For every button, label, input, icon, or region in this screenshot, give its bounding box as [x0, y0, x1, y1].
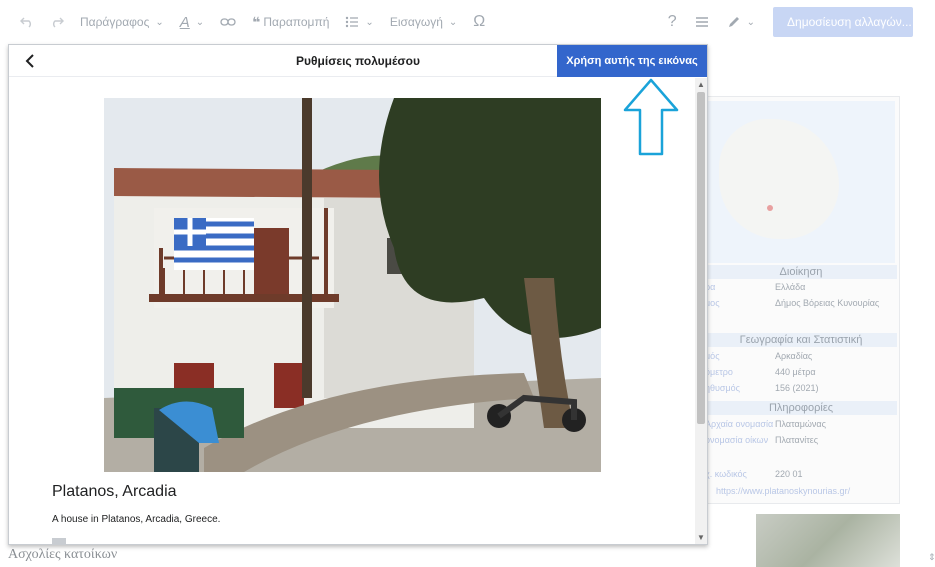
- cite-label: Παραπομπή: [263, 15, 330, 29]
- infobox-section-geo: Γεωγραφία και Στατιστική: [705, 333, 897, 347]
- undo-button[interactable]: [20, 16, 34, 28]
- editor-toolbar: Παράγραφος ⌄ A ⌄ ❝ Παραπομπή ⌄ Εισαγωγή …: [0, 0, 935, 44]
- infobox-website-link[interactable]: https://www.platanoskynourias.gr/: [716, 486, 850, 496]
- omega-icon: Ω: [473, 13, 486, 30]
- chevron-down-icon: ⌄: [448, 16, 458, 28]
- dialog-body: Platanos, Arcadia A house in Platanos, A…: [9, 78, 695, 544]
- pencil-icon: [728, 17, 739, 27]
- annotation-up-arrow-icon: [623, 78, 679, 156]
- chevron-down-icon: ⌄: [365, 16, 374, 28]
- quote-icon: ❝: [252, 13, 261, 30]
- article-section-heading: Ασχολίες κατοίκων: [8, 547, 118, 562]
- link-icon: [220, 18, 236, 26]
- infobox-row: Αρχαία ονομασία Πλαταμώνας: [705, 419, 826, 429]
- toolbar-right: ? ⌄ Δημοσίευση αλλαγών...: [668, 0, 935, 44]
- media-title: Platanos, Arcadia: [52, 483, 177, 500]
- list-dropdown[interactable]: ⌄: [345, 16, 374, 28]
- use-this-image-button[interactable]: Χρήση αυτής της εικόνας: [557, 45, 707, 77]
- infobox-row: όμετρο 440 μέτρα: [705, 367, 816, 377]
- infobox-row: μος Δήμος Βόρειας Κυνουρίας: [705, 298, 880, 308]
- chevron-left-icon: [25, 54, 34, 68]
- help-button[interactable]: ?: [668, 13, 677, 31]
- special-character-button[interactable]: Ω: [473, 13, 485, 31]
- dialog-scrollbar[interactable]: ▲ ▼: [695, 78, 707, 544]
- map-marker-icon: [767, 205, 773, 211]
- back-button[interactable]: [17, 49, 43, 73]
- media-details-icon: [52, 538, 66, 544]
- publish-button[interactable]: Δημοσίευση αλλαγών...: [773, 7, 913, 37]
- infobox-row: μός Αρκαδίας: [705, 351, 813, 361]
- page-scroll-indicator[interactable]: ⇕: [928, 552, 935, 567]
- infobox-row: ονομασία οίκων Πλατανίτες: [705, 435, 819, 445]
- house-photo-illustration: [104, 98, 601, 472]
- location-map: [705, 101, 895, 263]
- insert-label: Εισαγωγή: [389, 15, 443, 29]
- scrollbar-thumb[interactable]: [697, 92, 705, 424]
- redo-button[interactable]: [50, 16, 64, 28]
- chevron-down-icon: ⌄: [155, 16, 164, 28]
- media-description: A house in Platanos, Arcadia, Greece.: [52, 514, 221, 525]
- text-style-icon: A: [179, 13, 190, 31]
- media-settings-dialog: Ρυθμίσεις πολυμέσου Χρήση αυτής της εικό…: [8, 44, 708, 545]
- bullet-list-icon: [346, 16, 359, 28]
- help-icon: ?: [667, 13, 677, 30]
- hamburger-menu-icon: [695, 17, 708, 27]
- media-preview-image: [104, 98, 601, 472]
- link-button[interactable]: [220, 17, 236, 27]
- dialog-header: Ρυθμίσεις πολυμέσου Χρήση αυτής της εικό…: [9, 45, 707, 77]
- insert-dropdown[interactable]: Εισαγωγή ⌄: [390, 15, 457, 29]
- infobox-row: ρα Ελλάδα: [705, 282, 806, 292]
- page-options-button[interactable]: [695, 16, 709, 28]
- infobox-section-admin: Διοίκηση: [705, 265, 897, 279]
- scroll-down-arrow-icon[interactable]: ▼: [697, 533, 705, 542]
- scroll-up-arrow-icon[interactable]: ▲: [697, 80, 705, 89]
- editor-page: Παράγραφος ⌄ A ⌄ ❝ Παραπομπή ⌄ Εισαγωγή …: [0, 0, 935, 567]
- text-style-dropdown[interactable]: A ⌄: [180, 14, 204, 31]
- infobox-row: ηθυσμός 156 (2021): [705, 383, 819, 393]
- edit-mode-dropdown[interactable]: ⌄: [727, 15, 755, 29]
- redo-icon: [53, 17, 64, 28]
- cite-button[interactable]: ❝ Παραπομπή: [252, 14, 329, 31]
- chevron-down-icon: ⌄: [195, 16, 205, 28]
- paragraph-label: Παράγραφος: [80, 15, 150, 29]
- infobox-section-info: Πληροφορίες: [705, 401, 897, 415]
- infobox-row: χ. κωδικός 220 01: [705, 469, 803, 479]
- map-landmass: [719, 119, 839, 239]
- chevron-down-icon: ⌄: [746, 16, 755, 28]
- article-thumbnail: [756, 514, 900, 567]
- paragraph-dropdown[interactable]: Παράγραφος ⌄: [80, 15, 164, 29]
- undo-icon: [20, 17, 31, 28]
- article-infobox: Διοίκηση ρα Ελλάδα μος Δήμος Βόρειας Κυν…: [700, 96, 900, 504]
